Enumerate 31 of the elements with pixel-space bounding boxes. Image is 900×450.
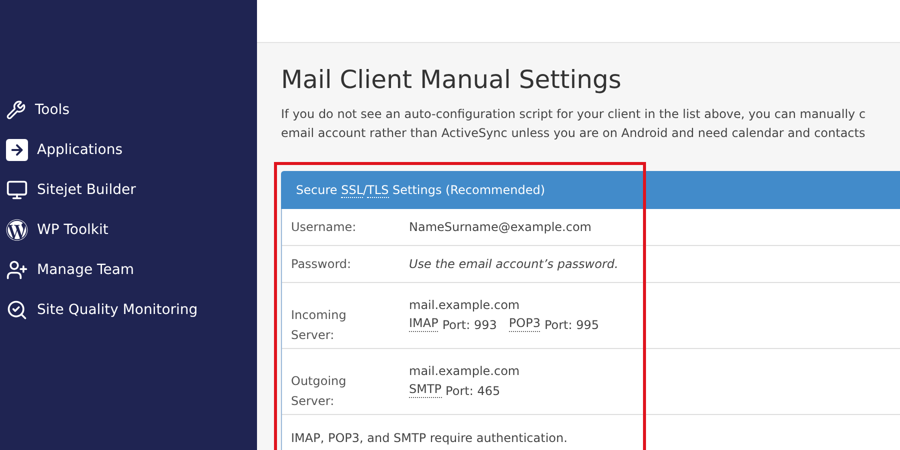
server-host: mail.example.com — [409, 297, 521, 314]
sidebar-item[interactable]: Applications — [37, 140, 123, 160]
sidebar-item[interactable]: Sitejet Builder — [37, 180, 136, 200]
port-number: Port: 995 — [544, 317, 600, 334]
monitor-icon — [6, 179, 28, 201]
sidebar-item[interactable]: Site Quality Monitoring — [37, 300, 198, 320]
description-text: If you do not see an auto-configuration script for your client in the list above, you can manually c — [281, 106, 867, 123]
table-title: Secure SSL/TLS Settings (Recommended) — [296, 182, 546, 199]
protocol-abbreviation: SMTP — [409, 381, 442, 398]
authentication-note: IMAP, POP3, and SMTP require authentication. — [291, 431, 568, 445]
setting-label: Outgoing Server: — [291, 373, 348, 410]
description-text: email account rather than ActiveSync unless you are on Android and need calendar and contacts — [281, 125, 866, 142]
user-plus-icon — [6, 259, 28, 281]
setting-value: Use the email account’s password. — [409, 256, 618, 273]
sidebar-item[interactable]: WP Toolkit — [37, 220, 108, 240]
server-host: mail.example.com — [409, 363, 520, 380]
tools-icon — [6, 100, 26, 120]
setting-value: NameSurname@example.com — [409, 219, 592, 236]
setting-label: Incoming Server: — [291, 307, 348, 344]
port-number: Port: 465 — [446, 383, 500, 400]
wordpress-icon — [6, 219, 28, 241]
protocol-abbreviation: IMAP — [409, 315, 438, 332]
port-number: Port: 993 — [442, 317, 497, 334]
protocol-abbreviation: POP3 — [508, 315, 540, 332]
sidebar-item[interactable]: Tools — [35, 100, 70, 120]
page-title: Mail Client Manual Settings — [281, 64, 622, 96]
setting-label: Password: — [291, 256, 352, 273]
search-check-icon — [6, 299, 28, 321]
applications-icon — [6, 139, 28, 161]
setting-label: Username: — [291, 219, 358, 236]
sidebar-item[interactable]: Manage Team — [37, 260, 134, 280]
